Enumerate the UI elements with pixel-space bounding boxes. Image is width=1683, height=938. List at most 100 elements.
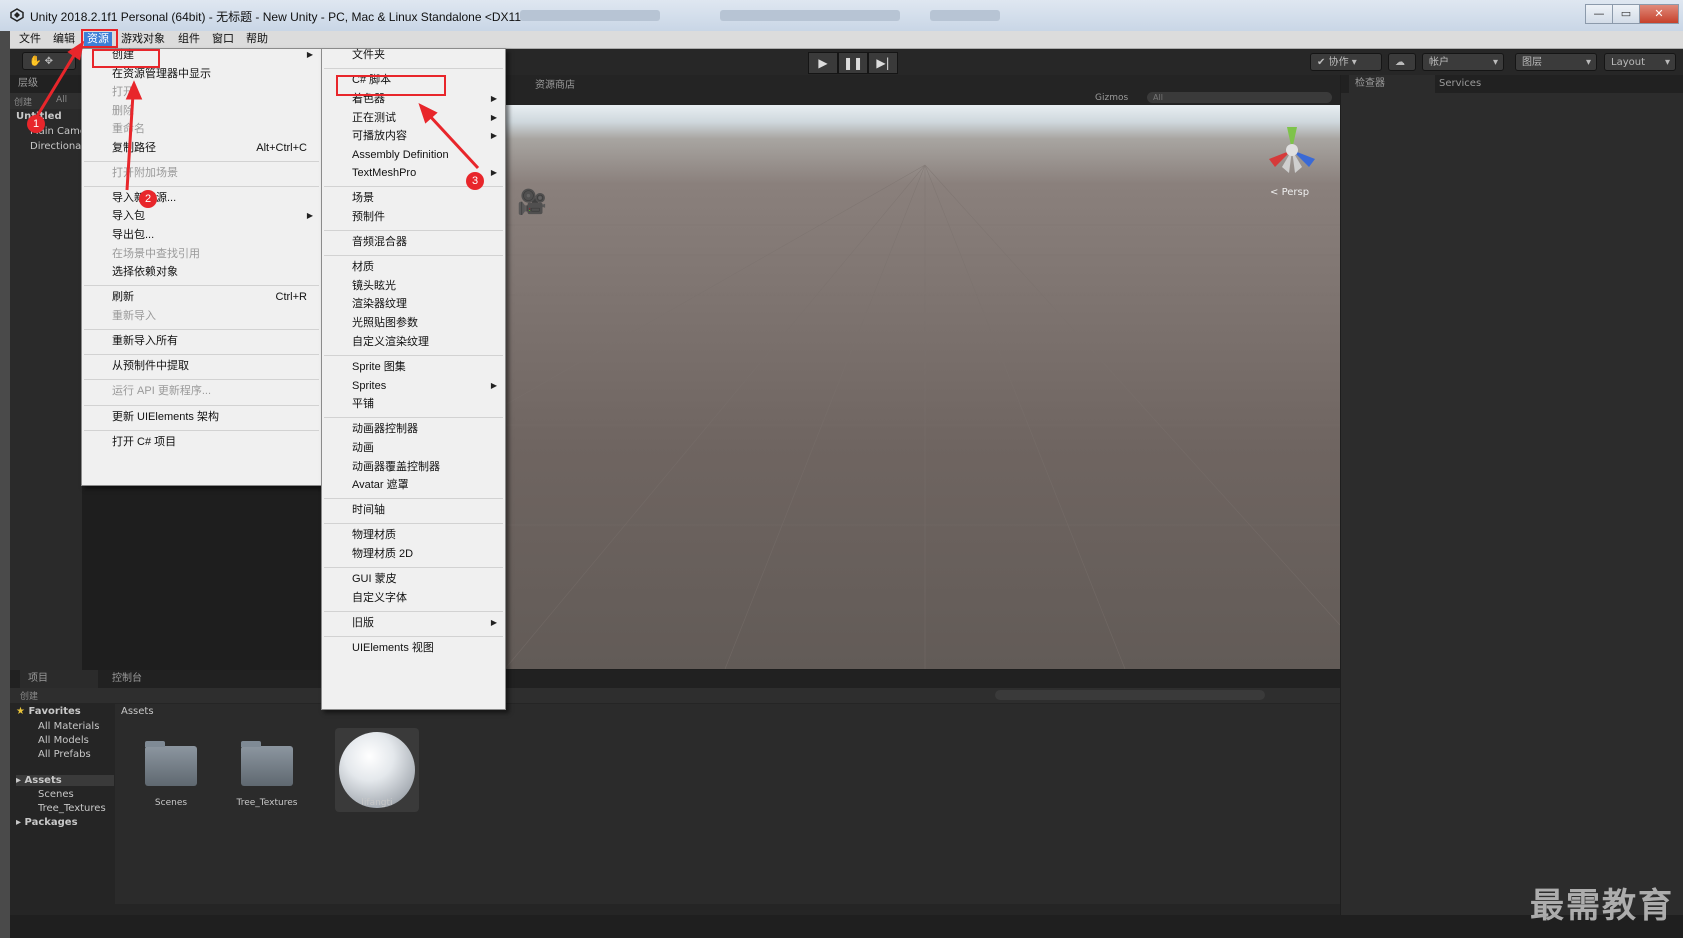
project-create-button[interactable]: 创建 [20, 689, 38, 702]
asset-label[interactable]: lifangti [332, 798, 422, 808]
asset-folder-item[interactable]: Tree_Textures [38, 803, 106, 814]
create-menu-item[interactable]: Sprite 图集 [322, 358, 505, 376]
collab-dropdown[interactable]: ✔ 协作 ▾ [1310, 53, 1382, 71]
create-menu-item[interactable]: 物理材质 2D [322, 545, 505, 563]
create-menu-item[interactable]: 动画器控制器 [322, 420, 505, 438]
create-menu-item[interactable]: 渲染器纹理 [322, 295, 505, 313]
create-menu-item[interactable]: UIElements 视图 [322, 639, 505, 657]
create-menu-item-label: 动画器覆盖控制器 [352, 461, 440, 473]
create-menu-item[interactable]: 正在测试 ▶ [322, 109, 505, 127]
scene-gizmo-icon[interactable] [1257, 115, 1327, 185]
menu-component[interactable]: 组件 [175, 32, 203, 47]
inspector-panel: 检查器 Services [1341, 75, 1683, 915]
menu-file[interactable]: 文件 [16, 32, 44, 47]
breadcrumb[interactable]: Assets [121, 706, 154, 717]
maximize-button[interactable]: ▭ [1612, 4, 1640, 24]
create-menu-item[interactable]: 动画器覆盖控制器 [322, 458, 505, 476]
tab-inspector[interactable]: 检查器 [1349, 75, 1435, 93]
pause-button[interactable]: ❚❚ [838, 52, 868, 74]
create-menu-item[interactable]: 物理材质 [322, 526, 505, 544]
highlight-create-item [92, 49, 160, 68]
persp-label[interactable]: < Persp [1270, 187, 1309, 198]
favorite-item[interactable]: All Models [38, 735, 89, 746]
create-menu-item[interactable]: 场景 [322, 189, 505, 207]
assets-menu-item[interactable]: 导出包... [82, 226, 321, 244]
assets-menu-item[interactable]: 重新导入所有 [82, 332, 321, 350]
create-menu-item[interactable]: 材质 [322, 258, 505, 276]
create-menu-item[interactable]: Assembly Definition [322, 146, 505, 164]
create-menu-item[interactable]: 文件夹 [322, 46, 505, 64]
assets-menu-item[interactable]: 导入包 ▶ [82, 207, 321, 225]
create-menu-item[interactable]: 平铺 [322, 395, 505, 413]
create-menu-item[interactable]: Sprites ▶ [322, 377, 505, 395]
asset-label[interactable]: Scenes [126, 798, 216, 808]
menu-gameobject[interactable]: 游戏对象 [118, 32, 168, 47]
close-button[interactable]: ✕ [1639, 4, 1679, 24]
create-menu-item-label: TextMeshPro [352, 167, 417, 179]
folder-icon[interactable] [145, 741, 197, 786]
hierarchy-create-button[interactable]: 创建 [14, 95, 32, 108]
menu-separator [84, 161, 319, 162]
create-menu-item[interactable]: 自定义渲染纹理 [322, 333, 505, 351]
asset-label[interactable]: Tree_Textures [222, 798, 312, 808]
minimize-button[interactable]: — [1585, 4, 1613, 24]
assets-menu-item: 重新导入 [82, 307, 321, 325]
annotation-2: 2 [139, 190, 157, 208]
create-menu-item[interactable]: 时间轴 [322, 501, 505, 519]
submenu-arrow-icon: ▶ [490, 381, 497, 390]
assets-menu-item[interactable]: 选择依赖对象 [82, 263, 321, 281]
favorite-item[interactable]: All Prefabs [38, 749, 91, 760]
highlight-csharp-item [336, 75, 446, 96]
layout-dropdown[interactable]: Layout ▾ [1604, 53, 1676, 71]
create-menu-item[interactable]: GUI 蒙皮 [322, 570, 505, 588]
hierarchy-search-input[interactable]: All [56, 95, 67, 105]
create-menu-item[interactable]: 动画 [322, 439, 505, 457]
assets-menu-item[interactable]: 打开 C# 项目 [82, 433, 321, 451]
account-dropdown[interactable]: 帐户 ▾ [1422, 53, 1504, 71]
create-menu-item[interactable]: 可播放内容 ▶ [322, 127, 505, 145]
create-menu-item-label: 动画器控制器 [352, 423, 418, 435]
cloud-button[interactable]: ☁ [1388, 53, 1416, 71]
assets-menu-item[interactable]: 从预制件中提取 [82, 357, 321, 375]
create-menu-item-label: GUI 蒙皮 [352, 573, 397, 585]
create-menu-item[interactable]: 音频混合器 [322, 233, 505, 251]
menu-separator [324, 611, 503, 612]
scene-view[interactable]: 🎥 < Persp [505, 105, 1340, 669]
layers-dropdown[interactable]: 图层 ▾ [1515, 53, 1597, 71]
assets-node[interactable]: ▸ Assets [16, 775, 114, 786]
hierarchy-tabbar: 层级 [10, 75, 82, 93]
folder-icon: ▸ [16, 817, 22, 828]
tab-console[interactable]: 控制台 [112, 670, 142, 688]
create-menu-item[interactable]: 镜头眩光 [322, 277, 505, 295]
camera-icon[interactable]: 🎥 [517, 188, 547, 216]
create-menu-item[interactable]: Avatar 遮罩 [322, 476, 505, 494]
step-button[interactable]: ▶| [868, 52, 898, 74]
menu-help[interactable]: 帮助 [243, 32, 271, 47]
assets-menu-item[interactable]: 复制路径 Alt+Ctrl+C [82, 139, 321, 157]
create-menu-item[interactable]: 旧版 ▶ [322, 614, 505, 632]
assets-menu-item[interactable]: 导入新资源... [82, 189, 321, 207]
hand-tool-button[interactable]: ✋ ✥ [22, 52, 76, 70]
create-menu-item[interactable]: 光照贴图参数 [322, 314, 505, 332]
asset-folder-item[interactable]: Scenes [38, 789, 74, 800]
menu-window[interactable]: 窗口 [209, 32, 237, 47]
assets-menu-item[interactable]: 刷新 Ctrl+R [82, 288, 321, 306]
scene-search-input[interactable]: All [1147, 92, 1332, 103]
menu-edit[interactable]: 编辑 [50, 32, 78, 47]
create-menu-item[interactable]: 预制件 [322, 208, 505, 226]
packages-node[interactable]: ▸ Packages [16, 817, 78, 828]
create-menu-item-label: Sprite 图集 [352, 361, 406, 373]
project-search-input[interactable] [995, 690, 1265, 700]
tab-project[interactable]: 项目 [20, 670, 98, 688]
folder-icon[interactable] [241, 741, 293, 786]
tab-services[interactable]: Services [1439, 75, 1481, 93]
create-menu-item[interactable]: 自定义字体 [322, 589, 505, 607]
create-menu-item-label: UIElements 视图 [352, 642, 434, 654]
assets-menu-item[interactable]: 更新 UIElements 架构 [82, 408, 321, 426]
tab-hierarchy[interactable]: 层级 [18, 75, 38, 93]
assets-menu: 创建 ▶ 在资源管理器中显示 打开 删除 重命名 复制路径 Alt+Ctrl+C 打开附加场景导… [81, 48, 322, 486]
favorites-node[interactable]: ★ Favorites [16, 706, 81, 717]
play-button[interactable]: ▶ [808, 52, 838, 74]
favorite-item[interactable]: All Materials [38, 721, 99, 732]
tab-asset-store[interactable]: 资源商店 [535, 77, 575, 95]
